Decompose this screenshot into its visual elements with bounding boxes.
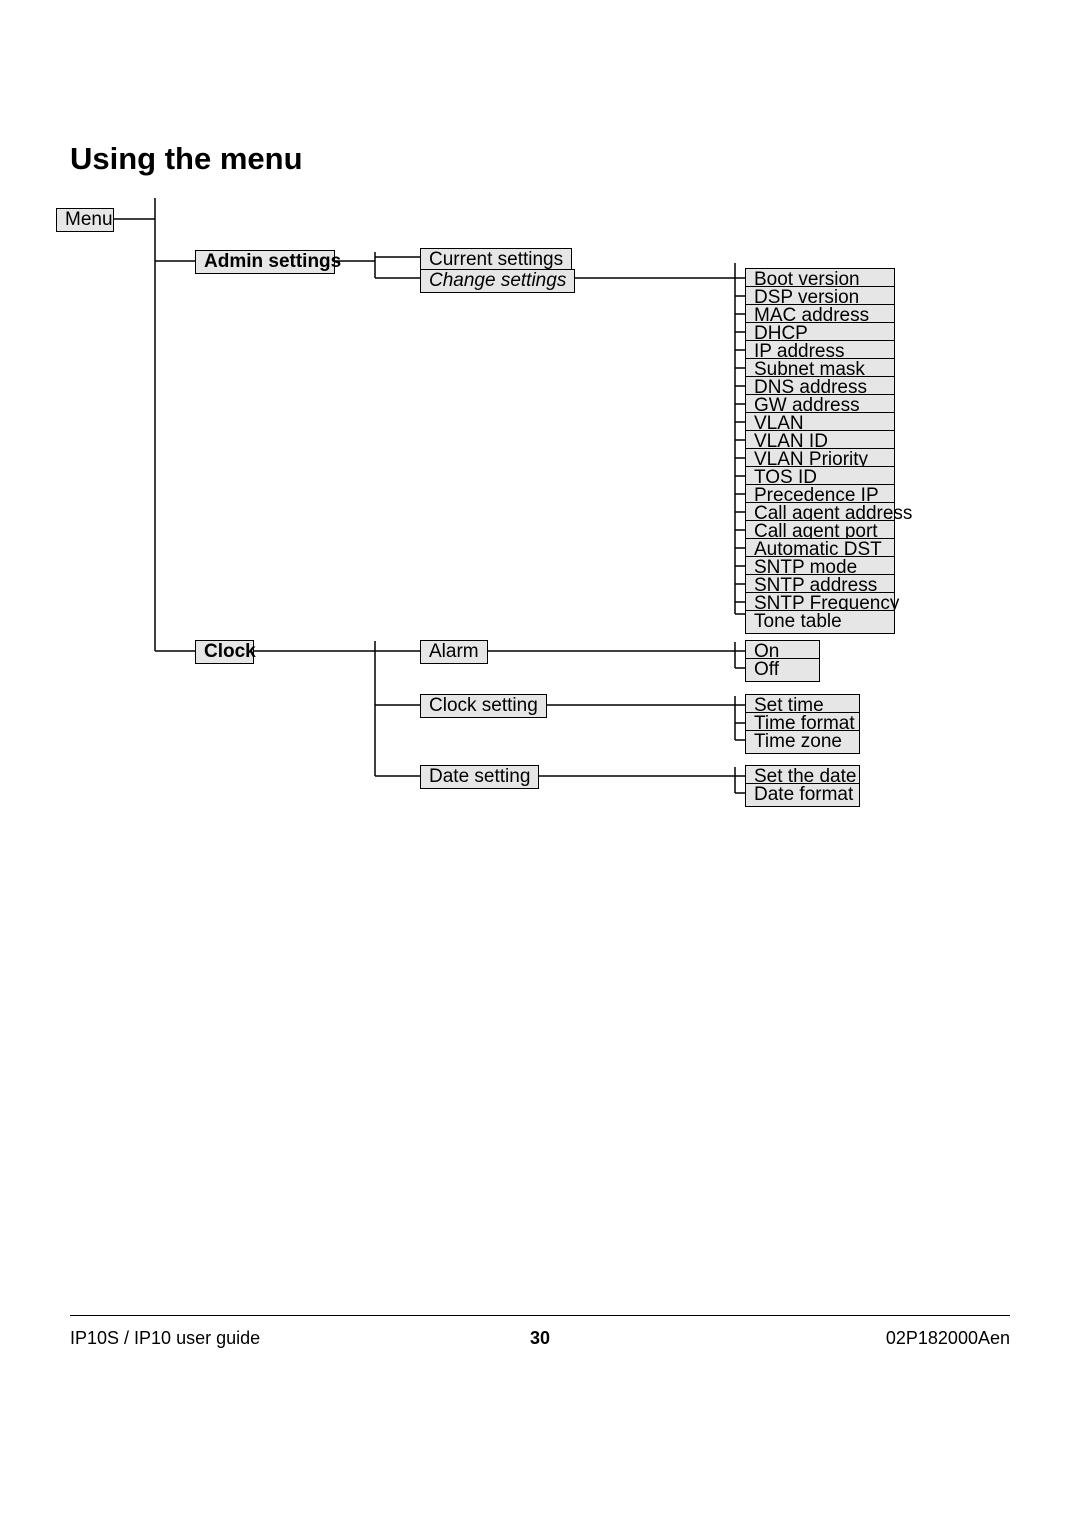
- clock-setting: Clock setting: [420, 694, 547, 718]
- time-zone: Time zone: [745, 730, 860, 754]
- clock: Clock: [195, 640, 254, 664]
- tree-connectors: [0, 0, 1080, 1529]
- current-settings: Current settings: [420, 248, 572, 271]
- admin-settings: Admin settings: [195, 250, 335, 274]
- alarm-off: Off: [745, 658, 820, 682]
- page-heading: Using the menu: [70, 141, 303, 177]
- l3-admin-19: Tone table: [745, 610, 895, 634]
- footer-right: 02P182000Aen: [886, 1328, 1010, 1349]
- change-settings: Change settings: [420, 269, 575, 293]
- date-setting: Date setting: [420, 765, 539, 789]
- alarm: Alarm: [420, 640, 488, 664]
- menu-root: Menu: [56, 208, 114, 232]
- footer-rule: [70, 1315, 1010, 1316]
- date-format: Date format: [745, 783, 860, 807]
